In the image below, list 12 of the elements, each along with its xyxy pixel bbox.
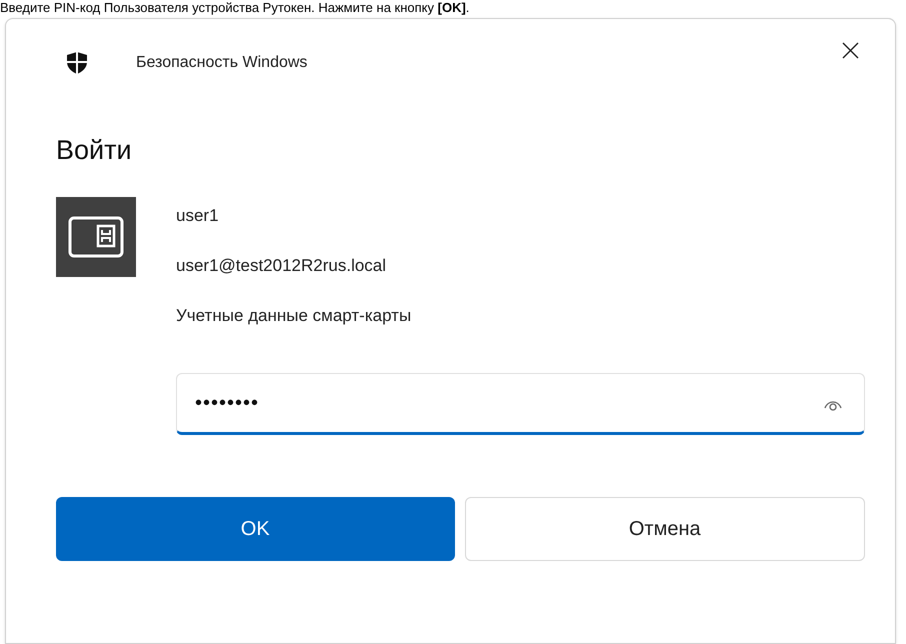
shield-icon <box>66 51 88 75</box>
cancel-button[interactable]: Отмена <box>464 497 865 561</box>
user-name: user1 <box>176 205 220 227</box>
instruction-text: Введите PIN-код Пользователя устройства Рутокен. Нажмите на кнопку [OK]. <box>0 0 470 17</box>
pin-input-field[interactable]: •••••••• <box>176 373 865 435</box>
credential-label: Учетные данные смарт-карты <box>176 305 412 327</box>
user-email: user1@test2012R2rus.local <box>176 255 388 277</box>
ok-button[interactable]: OK <box>56 497 454 561</box>
close-icon <box>842 42 858 58</box>
dialog-heading: Войти <box>56 134 133 167</box>
smart-card-icon <box>68 216 124 258</box>
window-title: Безопасность Windows <box>136 53 308 73</box>
